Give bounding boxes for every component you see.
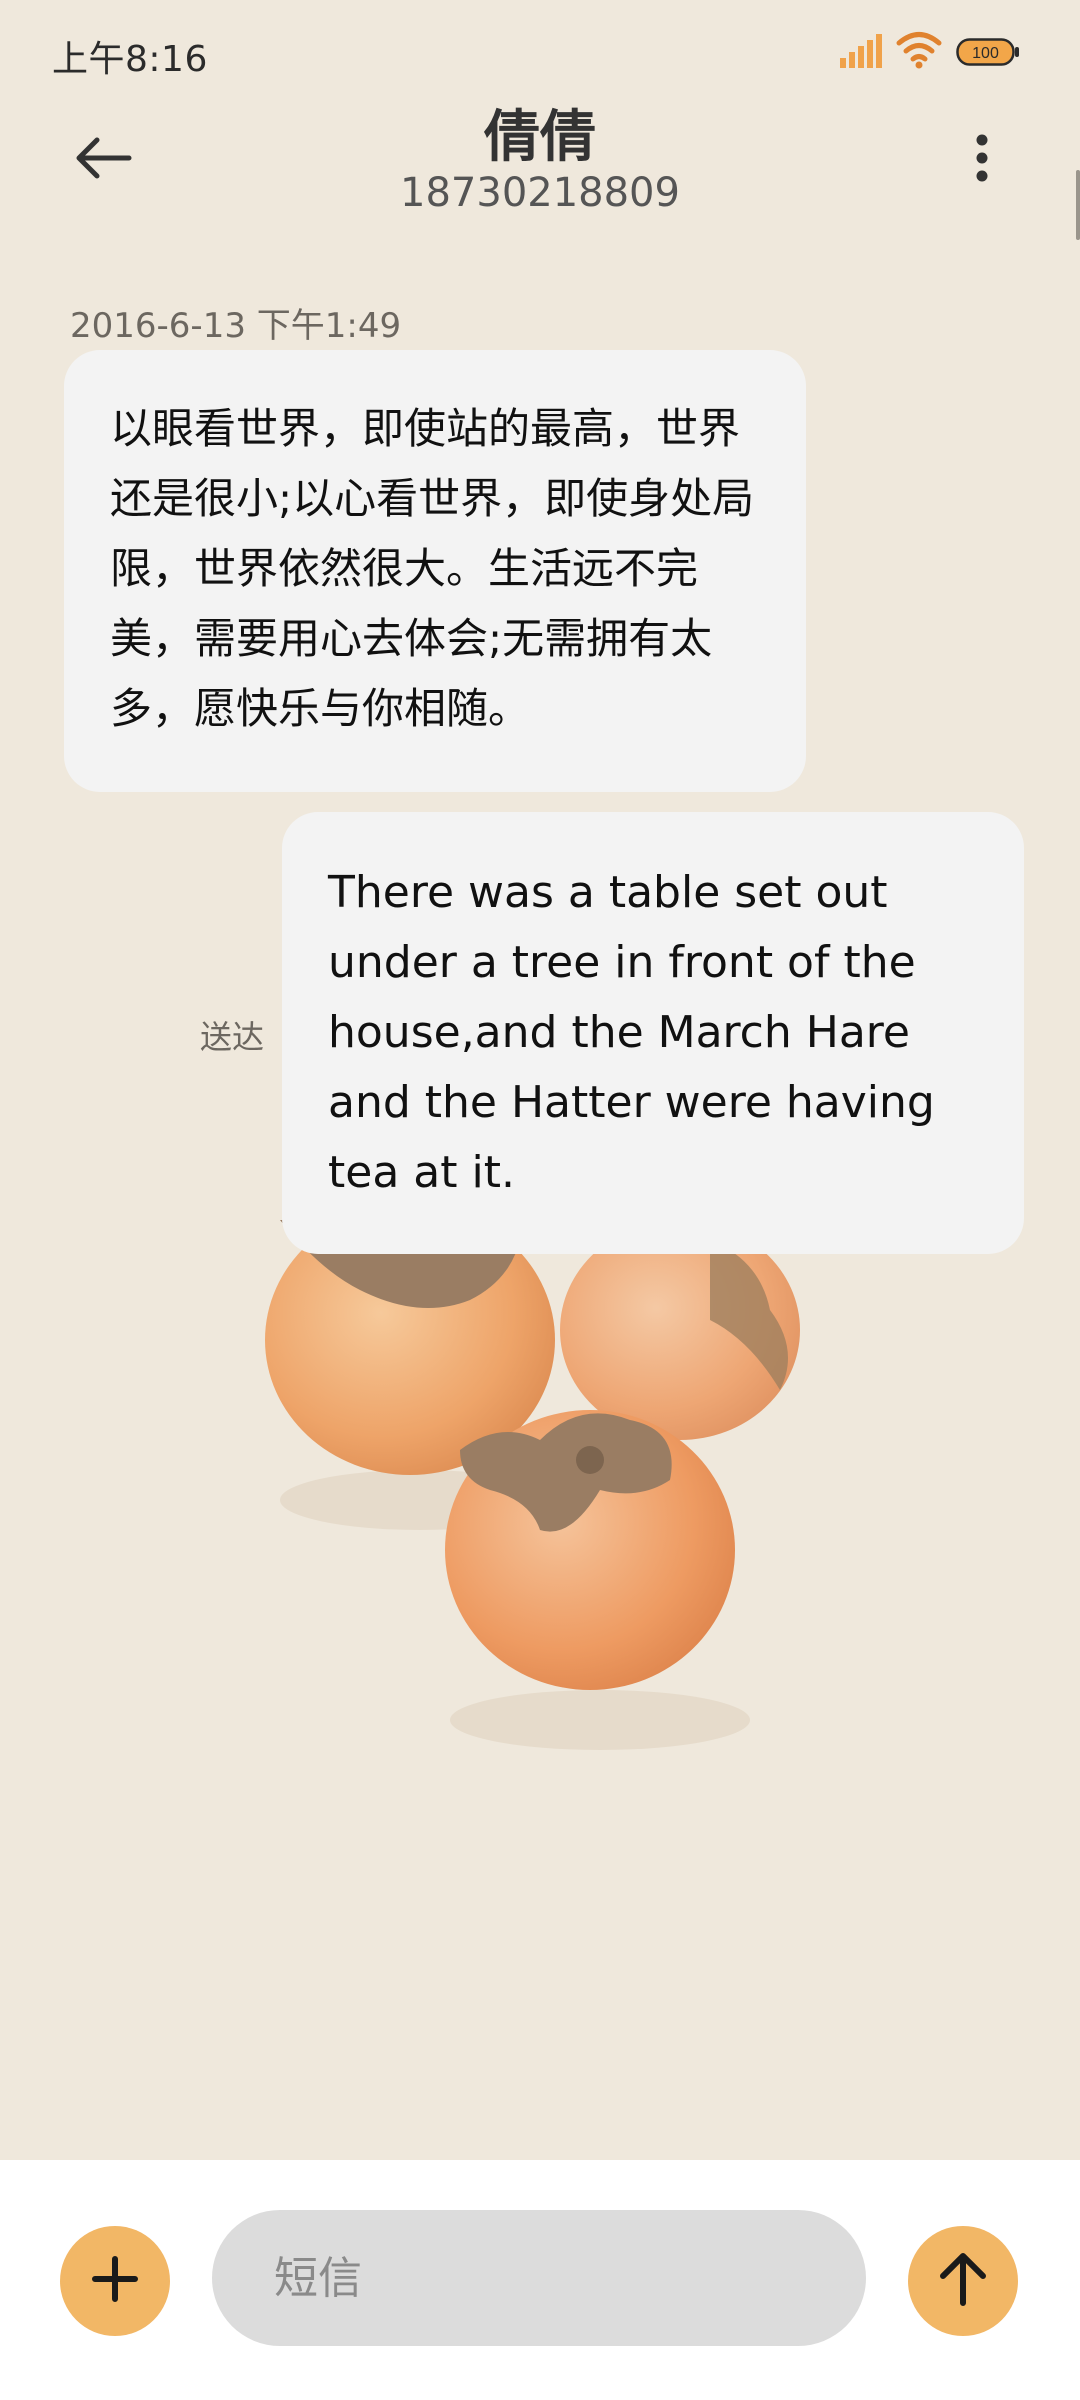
status-bar: 上午8:16 100 bbox=[0, 0, 1080, 100]
incoming-message-text: 以眼看世界，即使站的最高，世界还是很小;以心看世界，即使身处局限，世界依然很大。… bbox=[110, 404, 755, 733]
battery-icon: 100 bbox=[956, 38, 1020, 70]
contact-number: 18730218809 bbox=[400, 170, 680, 216]
outgoing-message-bubble[interactable]: There was a table set out under a tree i… bbox=[282, 812, 1024, 1254]
incoming-message-bubble[interactable]: 以眼看世界，即使站的最高，世界还是很小;以心看世界，即使身处局限，世界依然很大。… bbox=[64, 350, 806, 792]
contact-name: 倩倩 bbox=[484, 105, 596, 170]
more-vertical-icon bbox=[975, 133, 989, 187]
signal-icon bbox=[838, 34, 884, 72]
arrow-up-icon bbox=[937, 2251, 989, 2311]
status-time: 上午8:16 bbox=[52, 39, 208, 80]
scrollbar[interactable] bbox=[1076, 170, 1080, 240]
send-button[interactable] bbox=[908, 2226, 1018, 2336]
plus-icon bbox=[91, 2255, 139, 2307]
add-attachment-button[interactable] bbox=[60, 2226, 170, 2336]
persimmon-illustration bbox=[240, 1200, 860, 1760]
more-options-button[interactable] bbox=[960, 120, 1004, 200]
battery-level: 100 bbox=[972, 45, 999, 62]
delivery-status: 送达 bbox=[200, 1018, 265, 1056]
wifi-icon bbox=[896, 30, 942, 74]
outgoing-message-text: There was a table set out under a tree i… bbox=[328, 867, 935, 1198]
sms-input[interactable] bbox=[212, 2210, 866, 2346]
message-timestamp: 2016-6-13 下午1:49 bbox=[70, 306, 402, 346]
